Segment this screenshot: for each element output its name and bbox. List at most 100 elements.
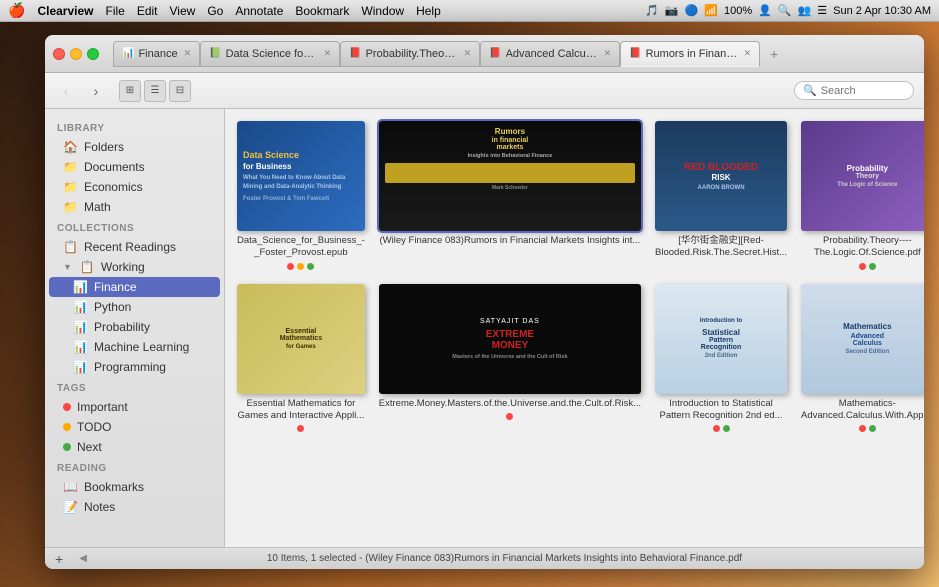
menu-search[interactable]: 🔍 bbox=[778, 4, 792, 17]
menu-icon-people[interactable]: 👥 bbox=[798, 4, 812, 17]
dot-red bbox=[506, 413, 513, 420]
dot-green bbox=[869, 263, 876, 270]
book-cover-probability: Probability Theory The Logic of Science bbox=[801, 121, 924, 231]
minimize-button[interactable] bbox=[70, 48, 82, 60]
sidebar-item-notes[interactable]: 📝 Notes bbox=[49, 497, 220, 517]
tab-bar: 📊 Finance ✕ 📗 Data Science for Business … bbox=[113, 41, 916, 67]
sidebar-item-probability[interactable]: 📊 Probability bbox=[49, 317, 220, 337]
book-cover-wrap-math-advanced: Mathematics Advanced Calculus Second Edi… bbox=[801, 284, 924, 394]
tab-data-science[interactable]: 📗 Data Science for Business S... ✕ bbox=[200, 41, 340, 67]
book-cover-wrap-data-science: Data Science for Business What You Need … bbox=[237, 121, 365, 231]
dot-green bbox=[307, 263, 314, 270]
menu-edit[interactable]: Edit bbox=[137, 4, 158, 18]
reading-section-label: Reading bbox=[45, 457, 224, 477]
menu-go[interactable]: Go bbox=[207, 4, 223, 18]
folder-icon-economics: 📁 bbox=[63, 180, 78, 194]
maximize-button[interactable] bbox=[87, 48, 99, 60]
back-button[interactable]: ‹ bbox=[55, 80, 77, 102]
menu-icon-music[interactable]: 🎵 bbox=[645, 4, 659, 17]
main-window: 📊 Finance ✕ 📗 Data Science for Business … bbox=[45, 35, 924, 569]
menu-view[interactable]: View bbox=[170, 4, 196, 18]
tab-close-data-science[interactable]: ✕ bbox=[324, 48, 332, 59]
folder-icon-documents: 📁 bbox=[63, 160, 78, 174]
tags-section-label: TAGS bbox=[45, 377, 224, 397]
close-button[interactable] bbox=[53, 48, 65, 60]
tab-finance[interactable]: 📊 Finance ✕ bbox=[113, 41, 200, 67]
sidebar-item-documents[interactable]: 📁 Documents bbox=[49, 157, 220, 177]
view-list-button[interactable]: ☰ bbox=[144, 80, 166, 102]
add-button[interactable]: + bbox=[55, 551, 63, 567]
book-item-red-blooded[interactable]: RED BLOODED RISK AARON BROWN [华尔街金融史][Re… bbox=[655, 121, 787, 270]
search-box: 🔍 bbox=[794, 81, 914, 100]
sidebar-item-recent[interactable]: 📋 Recent Readings bbox=[49, 237, 220, 257]
statusbar: + ◀ 10 Items, 1 selected - (Wiley Financ… bbox=[45, 547, 924, 569]
sidebar: Library 🏠 Folders 📁 Documents 📁 Economic… bbox=[45, 109, 225, 547]
tab-close-rumors[interactable]: ✕ bbox=[744, 48, 752, 59]
sidebar-item-working[interactable]: ▼ 📋 Working bbox=[49, 257, 220, 277]
collections-section-label: Collections bbox=[45, 217, 224, 237]
titlebar: 📊 Finance ✕ 📗 Data Science for Business … bbox=[45, 35, 924, 73]
tab-close-probability[interactable]: ✕ bbox=[464, 48, 472, 59]
book-cover-statistical: Introduction to Statistical Pattern Reco… bbox=[655, 284, 787, 394]
menu-file[interactable]: File bbox=[105, 4, 124, 18]
new-tab-button[interactable]: + bbox=[764, 44, 784, 64]
sidebar-item-economics[interactable]: 📁 Economics bbox=[49, 177, 220, 197]
apple-menu[interactable]: 🍎 bbox=[8, 2, 25, 19]
menu-icon-camera[interactable]: 📷 bbox=[665, 4, 679, 17]
sidebar-item-math[interactable]: 📁 Math bbox=[49, 197, 220, 217]
sidebar-item-todo[interactable]: TODO bbox=[49, 417, 220, 437]
menu-help[interactable]: Help bbox=[416, 4, 441, 18]
book-cover-wrap-rumors: Rumors in financial markets Insights int… bbox=[379, 121, 641, 231]
book-item-extreme-money[interactable]: SATYAJIT DAS EXTREME MONEY Masters of th… bbox=[379, 284, 641, 433]
bar-chart-icon-python: 📊 bbox=[73, 300, 88, 314]
menu-window[interactable]: Window bbox=[361, 4, 404, 18]
sidebar-item-important[interactable]: Important bbox=[49, 397, 220, 417]
scroll-left-button[interactable]: ◀ bbox=[79, 553, 87, 564]
tab-close-advanced-calc[interactable]: ✕ bbox=[604, 48, 612, 59]
forward-button[interactable]: › bbox=[85, 80, 107, 102]
tab-rumors[interactable]: 📕 Rumors in Financial Mark... ✕ bbox=[620, 41, 760, 67]
book-item-statistical[interactable]: Introduction to Statistical Pattern Reco… bbox=[655, 284, 787, 433]
menu-icon-wifi[interactable]: 📶 bbox=[704, 4, 718, 17]
tab-close-finance[interactable]: ✕ bbox=[184, 48, 192, 59]
book-title-math-advanced: Mathematics-Advanced.Calculus.With.Appl.… bbox=[801, 398, 924, 423]
menu-bookmark[interactable]: Bookmark bbox=[295, 4, 349, 18]
book-dots-data-science bbox=[287, 263, 314, 270]
book-item-essential-math[interactable]: Essential Mathematics for Games Essentia… bbox=[237, 284, 365, 433]
book-item-rumors[interactable]: Rumors in financial markets Insights int… bbox=[379, 121, 641, 270]
traffic-lights bbox=[53, 48, 99, 60]
sidebar-item-machine-learning[interactable]: 📊 Machine Learning bbox=[49, 337, 220, 357]
sidebar-item-python[interactable]: 📊 Python bbox=[49, 297, 220, 317]
book-item-probability[interactable]: Probability Theory The Logic of Science … bbox=[801, 121, 924, 270]
list-icon-working: 📋 bbox=[80, 260, 95, 274]
sidebar-item-programming[interactable]: 📊 Programming bbox=[49, 357, 220, 377]
tab-advanced-calc[interactable]: 📕 Advanced Calculus with... ✕ bbox=[480, 41, 620, 67]
search-input[interactable] bbox=[821, 85, 906, 97]
book-item-data-science[interactable]: Data Science for Business What You Need … bbox=[237, 121, 365, 270]
tab-icon-finance: 📊 bbox=[122, 48, 134, 59]
book-title-data-science: Data_Science_for_Business_-_Foster_Provo… bbox=[237, 235, 365, 260]
view-detail-button[interactable]: ⊟ bbox=[169, 80, 191, 102]
menu-user[interactable]: 👤 bbox=[758, 4, 772, 17]
tab-icon-advanced-calc: 📕 bbox=[489, 48, 501, 59]
book-dots-statistical bbox=[713, 425, 730, 432]
book-item-math-advanced[interactable]: Mathematics Advanced Calculus Second Edi… bbox=[801, 284, 924, 433]
menu-icon-list[interactable]: ☰ bbox=[817, 4, 827, 17]
book-cover-wrap-extreme-money: SATYAJIT DAS EXTREME MONEY Masters of th… bbox=[379, 284, 641, 394]
sidebar-item-folders[interactable]: 🏠 Folders bbox=[49, 137, 220, 157]
dot-red bbox=[859, 425, 866, 432]
sidebar-item-next[interactable]: Next bbox=[49, 437, 220, 457]
book-cover-wrap-red-blooded: RED BLOODED RISK AARON BROWN bbox=[655, 121, 787, 231]
menu-annotate[interactable]: Annotate bbox=[235, 4, 283, 18]
app-menu-clearview[interactable]: Clearview bbox=[37, 4, 93, 18]
menubar: 🍎 Clearview File Edit View Go Annotate B… bbox=[0, 0, 939, 22]
dot-red bbox=[297, 425, 304, 432]
view-grid-button[interactable]: ⊞ bbox=[119, 80, 141, 102]
book-dots-math-advanced bbox=[859, 425, 876, 432]
tab-probability[interactable]: 📕 Probability.Theory---The... ✕ bbox=[340, 41, 480, 67]
sidebar-item-finance[interactable]: 📊 Finance bbox=[49, 277, 220, 297]
book-cover-math-advanced: Mathematics Advanced Calculus Second Edi… bbox=[801, 284, 924, 394]
book-title-essential-math: Essential Mathematics for Games and Inte… bbox=[237, 398, 365, 423]
menu-icon-bt[interactable]: 🔵 bbox=[685, 4, 699, 17]
sidebar-item-bookmarks[interactable]: 📖 Bookmarks bbox=[49, 477, 220, 497]
